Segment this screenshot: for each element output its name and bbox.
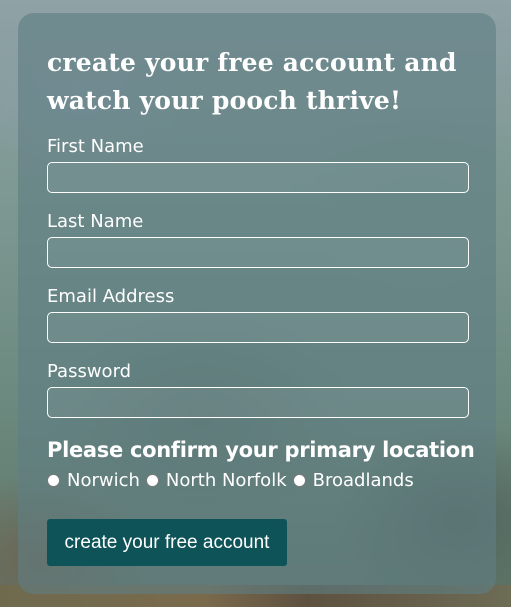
radio-label-broadlands: Broadlands xyxy=(312,469,414,491)
radio-option-norwich[interactable]: Norwich xyxy=(47,470,140,491)
location-radio-group: Norwich North Norfolk Broadlands xyxy=(47,468,420,492)
form-heading: create your free account and watch your … xyxy=(47,48,457,115)
create-account-button[interactable]: create your free account xyxy=(47,519,287,566)
password-input[interactable] xyxy=(47,387,469,418)
radio-button-icon[interactable] xyxy=(292,473,306,487)
radio-label-north-norfolk: North Norfolk xyxy=(165,469,287,491)
last-name-input[interactable] xyxy=(47,237,469,268)
password-label: Password xyxy=(47,361,132,382)
email-address-label: Email Address xyxy=(47,286,175,307)
email-address-input[interactable] xyxy=(47,312,469,343)
radio-option-broadlands[interactable]: Broadlands xyxy=(292,469,414,491)
radio-button-icon[interactable] xyxy=(145,473,159,487)
radio-option-north-norfolk[interactable]: North Norfolk xyxy=(145,469,287,491)
radio-label-norwich: Norwich xyxy=(67,469,140,491)
first-name-label: First Name xyxy=(47,136,144,157)
first-name-input[interactable] xyxy=(47,162,469,193)
radio-button-icon[interactable] xyxy=(47,473,60,487)
location-title: Please confirm your primary location xyxy=(47,438,475,462)
last-name-label: Last Name xyxy=(47,211,144,232)
